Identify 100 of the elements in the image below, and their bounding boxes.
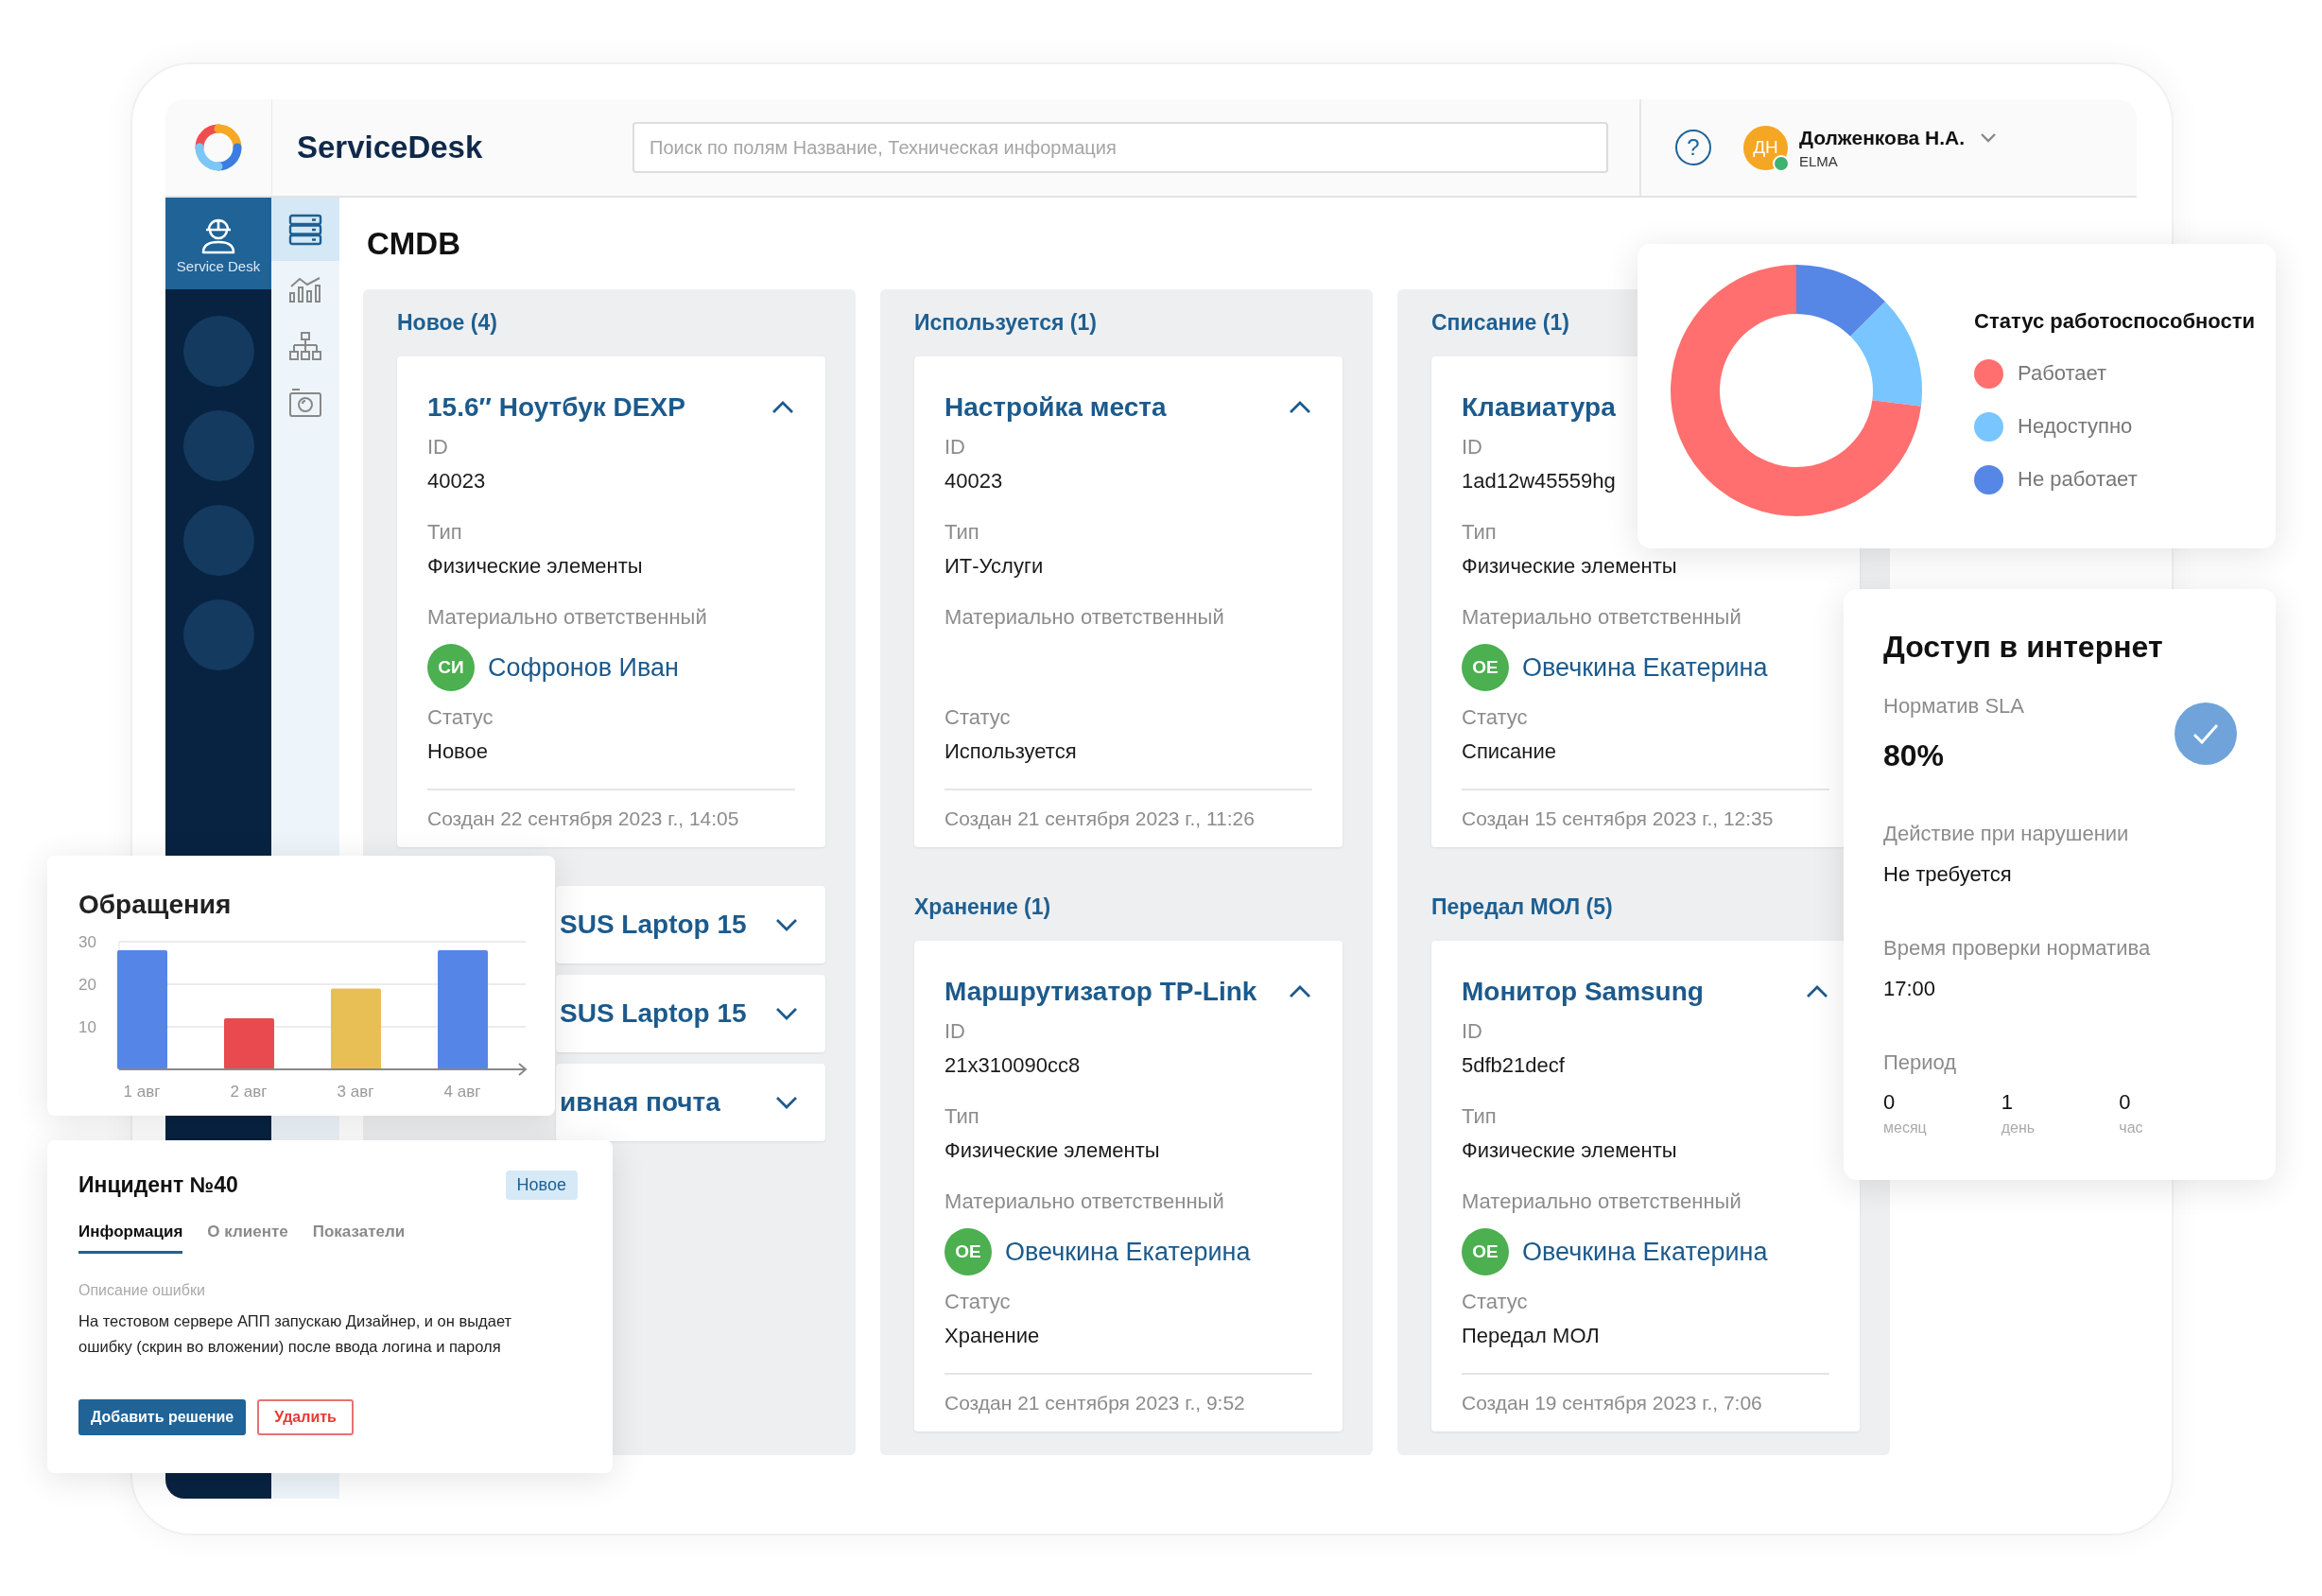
person-avatar: СИ (427, 644, 475, 691)
field-value: 21x310090cc8 (944, 1053, 1081, 1077)
created-date: Создан 19 сентября 2023 г., 7:06 (1462, 1392, 1762, 1414)
period-value: 0 (2119, 1089, 2132, 1116)
axis-tick-label: 1 авг (123, 1083, 161, 1101)
period-unit: день (2001, 1119, 2036, 1137)
item-card[interactable]: ивная почта (556, 1064, 825, 1141)
period-unit: месяц (1883, 1119, 1928, 1137)
field-value: Списание (1462, 739, 1556, 763)
field-value: Физические элементы (427, 554, 643, 578)
item-card[interactable]: 15.6″ Ноутбук DEXP ID 40023 Тип Физические элементы Материально ответственный СИ Софронов Иван Статус Новое Создан 22 сентября 2023 г., 14:05 (397, 356, 825, 847)
card-title[interactable]: Клавиатура (1462, 392, 1616, 423)
field-value: ИТ-Услуги (944, 554, 1044, 578)
card-title[interactable]: Маршрутизатор TP-Link (944, 977, 1257, 1007)
period-unit: час (2119, 1119, 2144, 1137)
sidebar-item[interactable]: Service Desk (165, 198, 271, 289)
field-label: Статус (1462, 705, 1528, 729)
person-link[interactable]: Овечкина Екатерина (1522, 652, 1768, 683)
field-label: Время проверки норматива (1883, 936, 2151, 960)
user-organization: ELMA (1799, 152, 1839, 169)
column-title: Передал МОЛ (5) (1431, 894, 1613, 919)
axis-tick-label: 3 авг (337, 1083, 374, 1101)
check-icon (2175, 702, 2237, 765)
field-label: Тип (1462, 520, 1497, 544)
person-link[interactable]: Софронов Иван (488, 652, 679, 683)
chevron-down-icon[interactable] (774, 917, 799, 932)
created-date: Создан 22 сентября 2023 г., 14:05 (427, 807, 739, 829)
item-card[interactable]: Монитор Samsung ID 5dfb21decf Тип Физические элементы Материально ответственный ОЕ Овечкина Екатерина Статус Передал МОЛ Создан 19 сентября 2023 г., 7:06 (1431, 941, 1860, 1431)
period-value: 1 (2001, 1089, 2014, 1116)
field-value: 40023 (944, 469, 1003, 493)
chevron-up-icon[interactable] (771, 400, 795, 415)
period-value: 0 (1883, 1089, 1897, 1116)
card-title[interactable]: 15.6″ Ноутбук DEXP (427, 392, 685, 423)
search-field[interactable]: Поиск по полям Название, Техническая информация (632, 122, 1608, 173)
field-value: Новое (427, 739, 489, 763)
created-date: Создан 21 сентября 2023 г., 11:26 (944, 807, 1255, 829)
help-icon[interactable]: ? (1675, 130, 1711, 165)
field-value: Физические элементы (944, 1138, 1160, 1162)
field-value: 1ad12w45559hg (1462, 469, 1616, 493)
field-label: Период (1883, 1050, 1957, 1074)
field-label: ID (1462, 1019, 1482, 1043)
axis-tick-label: 20 (78, 976, 96, 994)
field-value: 40023 (427, 469, 486, 493)
field-label: Тип (427, 520, 462, 544)
card-title[interactable]: ивная почта (560, 1087, 720, 1118)
axis-tick-label: 4 авг (443, 1083, 481, 1101)
column-title: Хранение (1) (914, 894, 1051, 919)
card-title[interactable]: Монитор Samsung (1462, 977, 1704, 1007)
field-label: Статус (944, 1290, 1011, 1313)
column-title: Новое (4) (397, 310, 497, 335)
field-label: Материально ответственный (1462, 605, 1742, 629)
person-link[interactable]: Овечкина Екатерина (1522, 1237, 1768, 1267)
page-title: CMDB (367, 225, 460, 262)
chart-title: Обращения (78, 890, 232, 919)
person-link[interactable]: Овечкина Екатерина (1005, 1237, 1251, 1267)
column-title: Списание (1) (1431, 310, 1569, 335)
item-card[interactable]: SUS Laptop 15 (556, 975, 825, 1052)
legend-label: Недоступно (2018, 414, 2133, 439)
sla-title: Доступ в интернет (1883, 630, 2163, 664)
chevron-down-icon[interactable] (774, 1095, 799, 1110)
field-label: Норматив SLA (1883, 694, 2024, 718)
user-name[interactable]: Долженкова Н.А. (1799, 126, 1966, 149)
error-description: На тестовом сервере АПП запускаю Дизайнер, и он выдает ошибку (скрин во вложении) после ввода логина и пароля (78, 1312, 512, 1355)
field-value: Используется (944, 739, 1077, 763)
field-value: 5dfb21decf (1462, 1053, 1565, 1077)
item-card[interactable]: SUS Laptop 15 (556, 886, 825, 963)
item-card[interactable]: Маршрутизатор TP-Link ID 21x310090cc8 Тип Физические элементы Материально ответственный ОЕ Овечкина Екатерина Статус Хранение Создан 21 сентября 2023 г., 9:52 (914, 941, 1343, 1431)
axis-tick-label: 2 авг (230, 1083, 268, 1101)
field-value: Физические элементы (1462, 554, 1677, 578)
field-label: ID (427, 435, 448, 459)
legend-label: Работает (2018, 361, 2107, 386)
item-card[interactable]: Настройка места ID 40023 Тип ИТ-Услуги Материально ответственный Статус Используется Создан 21 сентября 2023 г., 11:26 (914, 356, 1343, 847)
chevron-up-icon[interactable] (1288, 400, 1312, 415)
field-value: Хранение (944, 1324, 1040, 1347)
add-solution-button[interactable]: Добавить решение (78, 1399, 247, 1435)
delete-button[interactable]: Удалить (257, 1399, 354, 1435)
chevron-up-icon[interactable] (1288, 984, 1312, 999)
created-date: Создан 21 сентября 2023 г., 9:52 (944, 1392, 1245, 1414)
person-avatar: ОЕ (1462, 644, 1509, 691)
chevron-down-icon[interactable] (774, 1006, 799, 1021)
field-value: Физические элементы (1462, 1138, 1677, 1162)
field-label: Материально ответственный (1462, 1189, 1742, 1213)
card-title[interactable]: SUS Laptop 15 (560, 998, 747, 1029)
field-label: Материально ответственный (944, 605, 1224, 629)
axis-tick-label: 30 (78, 933, 96, 951)
chevron-down-icon[interactable] (1980, 131, 1998, 144)
server-icon[interactable] (271, 198, 339, 261)
person-avatar: ОЕ (1462, 1228, 1509, 1275)
field-label: Статус (944, 705, 1011, 729)
field-label: Описание ошибки (78, 1282, 205, 1298)
field-label: Статус (427, 705, 494, 729)
field-label: ID (944, 435, 965, 459)
card-title[interactable]: Настройка места (944, 392, 1167, 423)
card-title[interactable]: SUS Laptop 15 (560, 910, 747, 940)
chevron-up-icon[interactable] (1805, 984, 1829, 999)
field-label: Тип (944, 520, 979, 544)
status-badge: Новое (505, 1170, 578, 1200)
field-label: Материально ответственный (427, 605, 707, 629)
tab[interactable]: Информация (78, 1223, 183, 1254)
field-label: Материально ответственный (944, 1189, 1224, 1213)
